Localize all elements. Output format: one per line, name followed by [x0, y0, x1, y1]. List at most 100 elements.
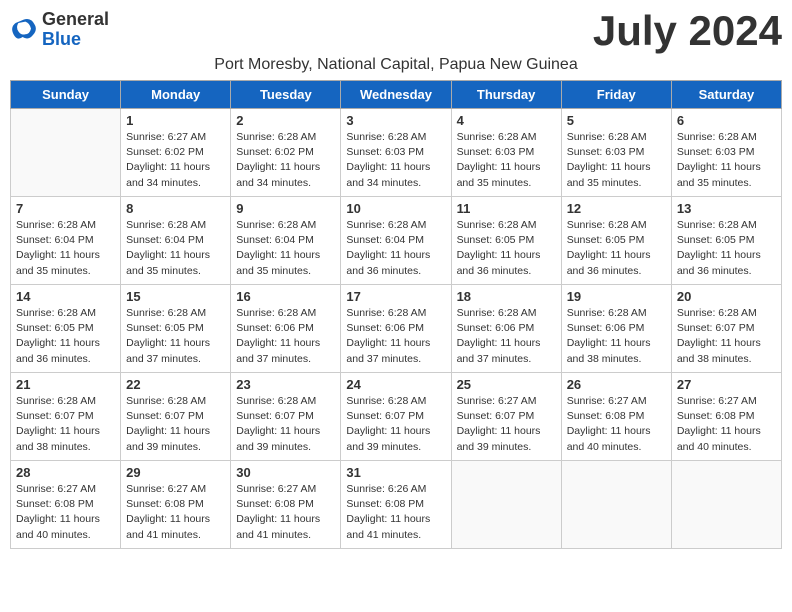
- calendar-cell: 1Sunrise: 6:27 AM Sunset: 6:02 PM Daylig…: [121, 109, 231, 197]
- day-info: Sunrise: 6:28 AM Sunset: 6:05 PM Dayligh…: [567, 218, 666, 279]
- calendar-cell: 10 Sunrise: 6:28 AM Sunset: 6:04 PM Dayli…: [341, 197, 451, 285]
- calendar-cell: 9 Sunrise: 6:28 AM Sunset: 6:04 PM Daylig…: [231, 197, 341, 285]
- day-info: Sunrise: 6:28 AM Sunset: 6:06 PM Dayligh…: [567, 306, 666, 367]
- day-info: Sunrise: 6:27 AM Sunset: 6:08 PM Dayligh…: [567, 394, 666, 455]
- calendar-cell: 19 Sunrise: 6:28 AM Sunset: 6:06 PM Dayli…: [561, 285, 671, 373]
- day-number: 4: [457, 113, 556, 128]
- calendar-cell: 20 Sunrise: 6:28 AM Sunset: 6:07 PM Dayli…: [671, 285, 781, 373]
- day-number: 12: [567, 201, 666, 216]
- day-info: Sunrise: 6:28 AM Sunset: 6:05 PM Dayligh…: [16, 306, 115, 367]
- day-number: 5: [567, 113, 666, 128]
- day-info: Sunrise: 6:28 AM Sunset: 6:05 PM Dayligh…: [677, 218, 776, 279]
- logo-icon: [10, 16, 38, 44]
- day-info: Sunrise: 6:28 AM Sunset: 6:04 PM Dayligh…: [346, 218, 445, 279]
- calendar-cell: [561, 461, 671, 549]
- day-number: 25: [457, 377, 556, 392]
- weekday-header: Thursday: [451, 81, 561, 109]
- day-number: 30: [236, 465, 335, 480]
- day-info: Sunrise: 6:28 AM Sunset: 6:07 PM Dayligh…: [236, 394, 335, 455]
- location-title: Port Moresby, National Capital, Papua Ne…: [10, 56, 782, 74]
- day-info: Sunrise: 6:28 AM Sunset: 6:02 PM Dayligh…: [236, 130, 335, 191]
- calendar-cell: 22 Sunrise: 6:28 AM Sunset: 6:07 PM Dayli…: [121, 373, 231, 461]
- calendar-cell: 11 Sunrise: 6:28 AM Sunset: 6:05 PM Dayli…: [451, 197, 561, 285]
- calendar-cell: 27 Sunrise: 6:27 AM Sunset: 6:08 PM Dayli…: [671, 373, 781, 461]
- month-title: July 2024: [593, 10, 782, 52]
- day-number: 2: [236, 113, 335, 128]
- weekday-header-row: SundayMondayTuesdayWednesdayThursdayFrid…: [11, 81, 782, 109]
- calendar-cell: 30 Sunrise: 6:27 AM Sunset: 6:08 PM Dayli…: [231, 461, 341, 549]
- calendar-cell: [11, 109, 121, 197]
- day-number: 20: [677, 289, 776, 304]
- day-number: 31: [346, 465, 445, 480]
- calendar-cell: 2 Sunrise: 6:28 AM Sunset: 6:02 PM Daylig…: [231, 109, 341, 197]
- day-info: Sunrise: 6:28 AM Sunset: 6:06 PM Dayligh…: [346, 306, 445, 367]
- day-number: 16: [236, 289, 335, 304]
- calendar-table: SundayMondayTuesdayWednesdayThursdayFrid…: [10, 80, 782, 549]
- calendar-cell: 24Sunrise: 6:28 AM Sunset: 6:07 PM Dayli…: [341, 373, 451, 461]
- calendar-cell: 16 Sunrise: 6:28 AM Sunset: 6:06 PM Dayli…: [231, 285, 341, 373]
- calendar-cell: 26 Sunrise: 6:27 AM Sunset: 6:08 PM Dayli…: [561, 373, 671, 461]
- day-info: Sunrise: 6:28 AM Sunset: 6:05 PM Dayligh…: [457, 218, 556, 279]
- calendar-week-row: 14 Sunrise: 6:28 AM Sunset: 6:05 PM Dayli…: [11, 285, 782, 373]
- calendar-cell: 8 Sunrise: 6:28 AM Sunset: 6:04 PM Daylig…: [121, 197, 231, 285]
- calendar-cell: 23 Sunrise: 6:28 AM Sunset: 6:07 PM Dayli…: [231, 373, 341, 461]
- day-number: 14: [16, 289, 115, 304]
- calendar-cell: 25 Sunrise: 6:27 AM Sunset: 6:07 PM Dayli…: [451, 373, 561, 461]
- page-header: General Blue July 2024: [10, 10, 782, 52]
- day-number: 9: [236, 201, 335, 216]
- weekday-header: Monday: [121, 81, 231, 109]
- day-number: 6: [677, 113, 776, 128]
- day-info: Sunrise: 6:28 AM Sunset: 6:07 PM Dayligh…: [16, 394, 115, 455]
- calendar-cell: 13 Sunrise: 6:28 AM Sunset: 6:05 PM Dayli…: [671, 197, 781, 285]
- day-info: Sunrise: 6:28 AM Sunset: 6:03 PM Dayligh…: [346, 130, 445, 191]
- day-number: 8: [126, 201, 225, 216]
- day-info: Sunrise: 6:27 AM Sunset: 6:02 PM Dayligh…: [126, 130, 225, 191]
- day-info: Sunrise: 6:28 AM Sunset: 6:07 PM Dayligh…: [126, 394, 225, 455]
- calendar-week-row: 21 Sunrise: 6:28 AM Sunset: 6:07 PM Dayli…: [11, 373, 782, 461]
- day-info: Sunrise: 6:28 AM Sunset: 6:03 PM Dayligh…: [457, 130, 556, 191]
- logo: General Blue: [10, 10, 109, 50]
- day-info: Sunrise: 6:28 AM Sunset: 6:07 PM Dayligh…: [677, 306, 776, 367]
- day-number: 10: [346, 201, 445, 216]
- day-info: Sunrise: 6:28 AM Sunset: 6:04 PM Dayligh…: [126, 218, 225, 279]
- calendar-cell: 5 Sunrise: 6:28 AM Sunset: 6:03 PM Daylig…: [561, 109, 671, 197]
- calendar-cell: 7Sunrise: 6:28 AM Sunset: 6:04 PM Daylig…: [11, 197, 121, 285]
- day-number: 3: [346, 113, 445, 128]
- day-number: 21: [16, 377, 115, 392]
- calendar-cell: 15 Sunrise: 6:28 AM Sunset: 6:05 PM Dayli…: [121, 285, 231, 373]
- day-info: Sunrise: 6:28 AM Sunset: 6:06 PM Dayligh…: [236, 306, 335, 367]
- calendar-week-row: 7 Sunrise: 6:28 AM Sunset: 6:04 PM Daylig…: [11, 197, 782, 285]
- day-number: 26: [567, 377, 666, 392]
- day-info: Sunrise: 6:26 AM Sunset: 6:08 PM Dayligh…: [346, 482, 445, 543]
- day-info: Sunrise: 6:27 AM Sunset: 6:08 PM Dayligh…: [126, 482, 225, 543]
- day-info: Sunrise: 6:28 AM Sunset: 6:03 PM Dayligh…: [567, 130, 666, 191]
- day-number: 28: [16, 465, 115, 480]
- day-number: 27: [677, 377, 776, 392]
- calendar-cell: 28 Sunrise: 6:27 AM Sunset: 6:08 PM Dayli…: [11, 461, 121, 549]
- weekday-header: Sunday: [11, 81, 121, 109]
- day-number: 11: [457, 201, 556, 216]
- calendar-week-row: 1Sunrise: 6:27 AM Sunset: 6:02 PM Daylig…: [11, 109, 782, 197]
- day-info: Sunrise: 6:27 AM Sunset: 6:08 PM Dayligh…: [677, 394, 776, 455]
- calendar-cell: 21 Sunrise: 6:28 AM Sunset: 6:07 PM Dayli…: [11, 373, 121, 461]
- weekday-header: Friday: [561, 81, 671, 109]
- day-number: 18: [457, 289, 556, 304]
- day-number: 15: [126, 289, 225, 304]
- day-info: Sunrise: 6:27 AM Sunset: 6:07 PM Dayligh…: [457, 394, 556, 455]
- calendar-cell: 29Sunrise: 6:27 AM Sunset: 6:08 PM Dayli…: [121, 461, 231, 549]
- day-info: Sunrise: 6:28 AM Sunset: 6:04 PM Dayligh…: [236, 218, 335, 279]
- calendar-cell: 18Sunrise: 6:28 AM Sunset: 6:06 PM Dayli…: [451, 285, 561, 373]
- day-number: 19: [567, 289, 666, 304]
- day-number: 22: [126, 377, 225, 392]
- day-number: 17: [346, 289, 445, 304]
- calendar-cell: 14 Sunrise: 6:28 AM Sunset: 6:05 PM Dayli…: [11, 285, 121, 373]
- day-number: 23: [236, 377, 335, 392]
- day-info: Sunrise: 6:27 AM Sunset: 6:08 PM Dayligh…: [16, 482, 115, 543]
- calendar-week-row: 28 Sunrise: 6:27 AM Sunset: 6:08 PM Dayli…: [11, 461, 782, 549]
- day-info: Sunrise: 6:27 AM Sunset: 6:08 PM Dayligh…: [236, 482, 335, 543]
- calendar-cell: 17 Sunrise: 6:28 AM Sunset: 6:06 PM Dayli…: [341, 285, 451, 373]
- calendar-cell: 3 Sunrise: 6:28 AM Sunset: 6:03 PM Daylig…: [341, 109, 451, 197]
- day-number: 13: [677, 201, 776, 216]
- day-info: Sunrise: 6:28 AM Sunset: 6:05 PM Dayligh…: [126, 306, 225, 367]
- day-number: 7: [16, 201, 115, 216]
